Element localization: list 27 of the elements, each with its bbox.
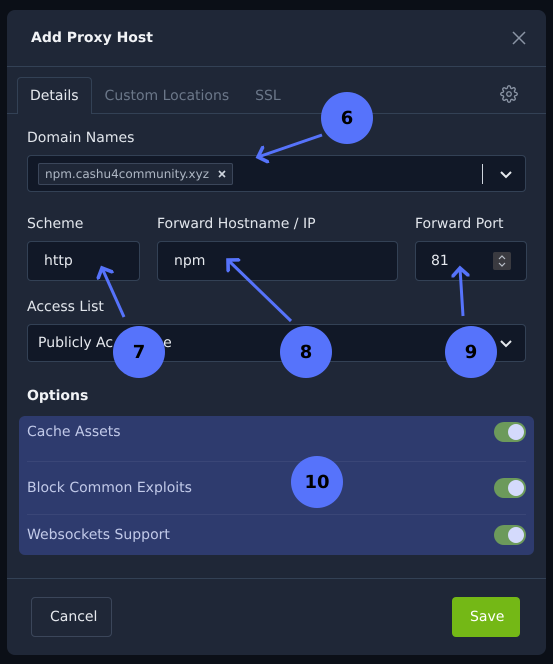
close-icon[interactable] [512,31,526,45]
toggle-switch[interactable] [494,478,526,498]
hostname-field[interactable]: npm [157,241,398,281]
field-label: Access List [27,299,105,315]
option-label: Cache Assets [27,424,121,440]
field-label: Domain Names [27,130,136,146]
scheme-field[interactable]: http [27,241,140,281]
annotation-arrow [450,266,472,316]
toggle-switch[interactable] [494,525,526,545]
domain-tag: npm.cashu4community.xyz [38,162,234,184]
option-label: Websockets Support [27,527,170,543]
field-label: Forward Hostname / IP [157,216,317,232]
option-label: Block Common Exploits [27,480,192,496]
toggle-switch[interactable] [494,422,526,442]
annotation-arrow [256,134,322,164]
port-field[interactable]: 81 [415,241,527,281]
domain-names-field[interactable]: npm.cashu4community.xyz [27,155,526,192]
section-heading: Options [27,388,90,404]
spinner-icon[interactable] [493,252,511,270]
cancel-button[interactable]: Cancel [31,597,112,637]
dialog-title: Add Proxy Host [31,30,153,46]
settings-icon[interactable] [500,84,518,102]
remove-icon[interactable] [218,170,226,178]
field-label: Scheme [27,216,84,232]
annotation-arrow [226,258,292,322]
field-label: Forward Port [415,216,505,232]
tab[interactable]: Details [17,77,92,114]
